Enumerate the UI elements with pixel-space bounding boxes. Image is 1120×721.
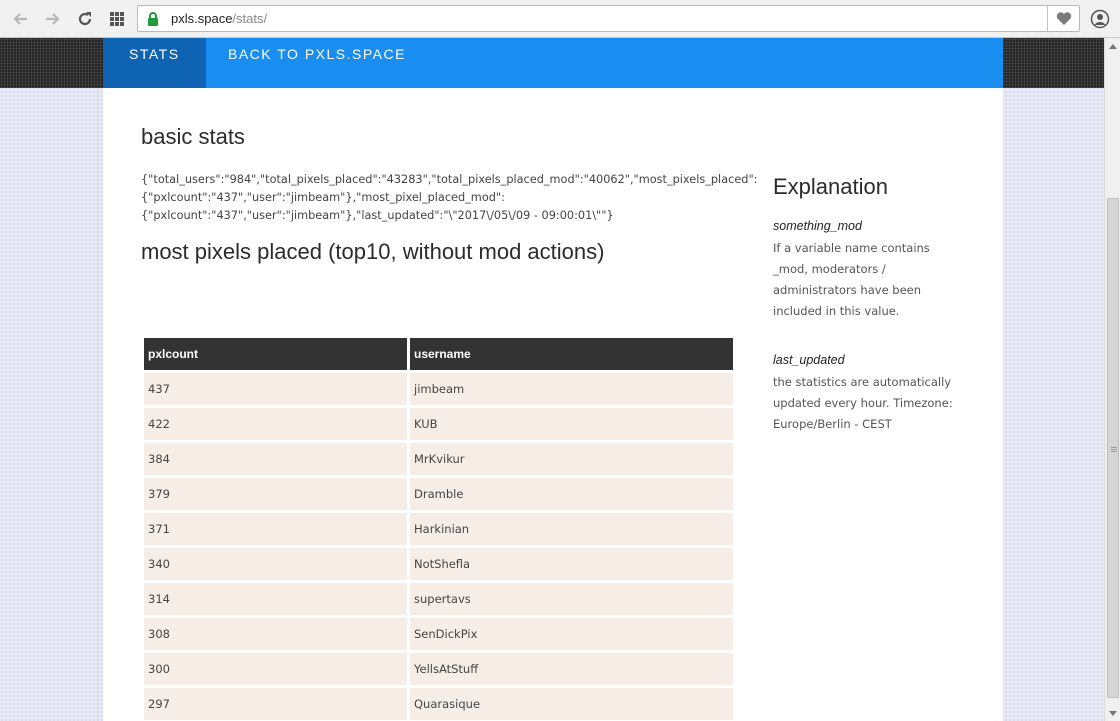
table-row: 379 Dramble [144, 478, 733, 510]
back-button[interactable] [10, 8, 32, 30]
table-row: 384 MrKvikur [144, 443, 733, 475]
site-navbar: STATS BACK TO PXLS.SPACE [103, 38, 1003, 88]
pxlcount-cell: 297 [144, 688, 407, 720]
apps-button[interactable] [106, 8, 128, 30]
url-text: pxls.space/stats/ [171, 11, 267, 26]
description-line: If a variable name contains [773, 241, 930, 255]
pxlcount-cell: 371 [144, 513, 407, 545]
term-last-updated: last_updated [773, 353, 845, 367]
pxlcount-cell: 340 [144, 548, 407, 580]
term-last-updated-description: the statistics are automatically updated… [773, 372, 973, 435]
username-cell: Dramble [410, 478, 733, 510]
json-line: {"pxlcount":"437","user":"jimbeam"},"mos… [141, 191, 505, 204]
vertical-scrollbar[interactable] [1104, 38, 1120, 721]
caret-up-icon [1109, 43, 1117, 49]
nav-stats-link[interactable]: STATS [103, 38, 206, 88]
description-line: updated every hour. Timezone: [773, 396, 953, 410]
table-row: 314 supertavs [144, 583, 733, 615]
username-cell: MrKvikur [410, 443, 733, 475]
description-line: administrators have been [773, 283, 922, 297]
description-line: the statistics are automatically [773, 375, 952, 389]
term-something-mod-description: If a variable name contains _mod, modera… [773, 238, 973, 322]
username-cell: Quarasique [410, 688, 733, 720]
column-header-pxlcount: pxlcount [144, 338, 407, 370]
profile-button[interactable] [1088, 7, 1112, 31]
browser-toolbar: pxls.space/stats/ [0, 0, 1120, 38]
table-row: 371 Harkinian [144, 513, 733, 545]
table-row: 437 jimbeam [144, 373, 733, 405]
favorite-button[interactable] [1047, 6, 1079, 31]
scroll-up-button[interactable] [1105, 38, 1120, 54]
arrow-left-icon [13, 13, 27, 25]
heart-icon [1056, 11, 1071, 25]
table-row: 300 YellsAtStuff [144, 653, 733, 685]
url-path: /stats/ [232, 11, 268, 26]
username-cell: Harkinian [410, 513, 733, 545]
basic-stats-json: {"total_users":"984","total_pixels_place… [141, 171, 781, 225]
apps-grid-icon [110, 12, 124, 26]
nav-back-to-pxls-link[interactable]: BACK TO PXLS.SPACE [202, 38, 432, 88]
username-cell: NotShefla [410, 548, 733, 580]
table-header-row: pxlcount username [144, 338, 733, 370]
explanation-heading: Explanation [773, 174, 888, 199]
pxlcount-cell: 308 [144, 618, 407, 650]
reload-button[interactable] [74, 8, 96, 30]
pxlcount-cell: 422 [144, 408, 407, 440]
arrow-right-icon [46, 13, 60, 25]
forward-button[interactable] [41, 8, 63, 30]
json-line: {"pxlcount":"437","user":"jimbeam"},"las… [141, 209, 614, 222]
content-panel: basic stats {"total_users":"984","total_… [103, 88, 1003, 721]
description-line: _mod, moderators / [773, 262, 886, 276]
top10-heading: most pixels placed (top10, without mod a… [141, 239, 605, 264]
table-row: 297 Quarasique [144, 688, 733, 720]
user-icon [1090, 9, 1110, 29]
pxlcount-cell: 300 [144, 653, 407, 685]
json-line: {"total_users":"984","total_pixels_place… [141, 173, 758, 186]
username-cell: supertavs [410, 583, 733, 615]
scroll-down-button[interactable] [1105, 705, 1120, 721]
table-row: 422 KUB [144, 408, 733, 440]
pxlcount-cell: 437 [144, 373, 407, 405]
column-header-username: username [410, 338, 733, 370]
url-host: pxls.space [171, 11, 233, 26]
table-row: 340 NotShefla [144, 548, 733, 580]
table-row: 308 SenDickPix [144, 618, 733, 650]
username-cell: YellsAtStuff [410, 653, 733, 685]
pxlcount-cell: 384 [144, 443, 407, 475]
basic-stats-heading: basic stats [141, 124, 245, 149]
lock-icon [148, 12, 158, 26]
page-viewport: STATS BACK TO PXLS.SPACE basic stats {"t… [0, 38, 1104, 721]
pxlcount-cell: 314 [144, 583, 407, 615]
scrollbar-thumb[interactable] [1107, 198, 1119, 698]
username-cell: jimbeam [410, 373, 733, 405]
description-line: Europe/Berlin - CEST [773, 417, 892, 431]
description-line: included in this value. [773, 304, 900, 318]
grip-icon [1111, 447, 1117, 448]
reload-icon [78, 12, 92, 26]
pxlcount-cell: 379 [144, 478, 407, 510]
term-something-mod: something_mod [773, 219, 862, 233]
username-cell: KUB [410, 408, 733, 440]
top10-table: pxlcount username 437 jimbeam 422 KUB 384 M… [141, 335, 736, 721]
username-cell: SenDickPix [410, 618, 733, 650]
caret-down-icon [1109, 710, 1117, 716]
address-bar[interactable]: pxls.space/stats/ [137, 5, 1080, 32]
